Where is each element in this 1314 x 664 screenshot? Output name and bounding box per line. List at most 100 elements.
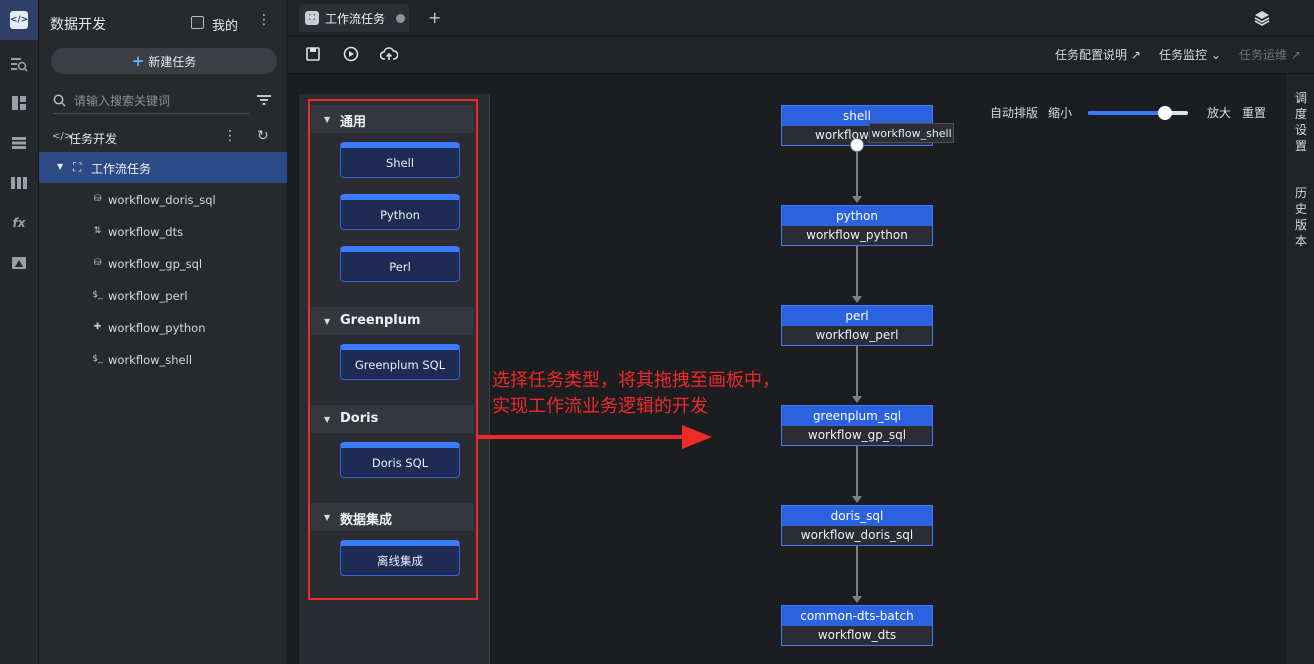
- terminal-icon: $_: [92, 290, 103, 300]
- filter-icon[interactable]: [257, 94, 271, 108]
- annotation-line: 选择任务类型，将其拖拽至画板中，: [492, 370, 780, 391]
- search-list-icon: [11, 58, 28, 72]
- add-tab-icon[interactable]: +: [428, 8, 441, 27]
- activity-bar: </> fx: [0, 0, 39, 664]
- workflow-icon: ⛶: [305, 11, 319, 25]
- more-vertical-icon[interactable]: ⋮: [223, 128, 237, 144]
- tree-root: </> 任务开发 ⋮ ↻: [39, 126, 287, 150]
- unsaved-dot-icon[interactable]: [396, 13, 406, 23]
- library-icon: [11, 177, 27, 189]
- terminal-icon: $_: [92, 354, 103, 364]
- caret-down-icon: ▼: [57, 162, 64, 171]
- node-type: perl: [782, 306, 932, 326]
- sidebar-header: 数据开发 我的 ⋮: [39, 0, 287, 44]
- arrow-down-icon: [852, 596, 862, 603]
- flow-node-python[interactable]: python workflow_python: [781, 205, 933, 246]
- publish-cloud-icon[interactable]: [380, 45, 398, 63]
- activity-search-list[interactable]: [7, 52, 31, 76]
- zoom-in-button[interactable]: 放大: [1207, 104, 1231, 121]
- refresh-icon[interactable]: ↻: [257, 128, 269, 144]
- zoom-slider-handle[interactable]: [1158, 106, 1172, 120]
- file-item[interactable]: $_ workflow_shell: [39, 344, 287, 376]
- search-input[interactable]: 请输入搜索关键词: [53, 88, 249, 114]
- auto-layout-button[interactable]: 自动排版: [990, 104, 1038, 121]
- flow-edge: [856, 146, 858, 196]
- node-output-port[interactable]: [850, 138, 864, 152]
- arrow-down-icon: [852, 196, 862, 203]
- file-item[interactable]: ⛁ workflow_gp_sql: [39, 248, 287, 280]
- more-vertical-icon[interactable]: ⋮: [257, 12, 271, 28]
- database-icon: ⛁: [93, 258, 102, 268]
- node-type: greenplum_sql: [782, 406, 932, 426]
- workflow-icon: ⛶: [73, 160, 82, 174]
- code-icon: </>: [10, 11, 28, 29]
- folder-label: 工作流任务: [91, 162, 152, 176]
- database-icon: ⛁: [93, 194, 102, 204]
- file-item[interactable]: ✚ workflow_python: [39, 312, 287, 344]
- zoom-slider-fill: [1088, 111, 1166, 115]
- save-icon[interactable]: [304, 45, 322, 63]
- history-versions-tab[interactable]: 历史版本: [1295, 185, 1309, 249]
- editor-toolbar: 任务配置说明 ↗ 任务监控 ⌄ 任务运维 ↗: [288, 36, 1314, 74]
- tab-workflow-task[interactable]: ⛶ 工作流任务: [299, 4, 409, 32]
- task-config-help-link[interactable]: 任务配置说明 ↗: [1055, 46, 1141, 63]
- file-label: workflow_perl: [108, 289, 188, 303]
- arrow-down-icon: [852, 296, 862, 303]
- zoom-out-button[interactable]: 缩小: [1048, 104, 1072, 121]
- node-name: workflow_doris_sql: [782, 526, 932, 545]
- search-icon: [53, 94, 66, 107]
- arrow-down-icon: [852, 496, 862, 503]
- file-label: workflow_gp_sql: [108, 257, 203, 271]
- layers-icon[interactable]: [1254, 10, 1270, 30]
- flow-edge: [856, 446, 858, 496]
- flow-node-dts[interactable]: common-dts-batch workflow_dts: [781, 605, 933, 646]
- activity-library[interactable]: [7, 171, 31, 195]
- node-type: common-dts-batch: [782, 606, 932, 626]
- activity-dashboard[interactable]: [7, 91, 31, 115]
- search-placeholder: 请输入搜索关键词: [74, 94, 171, 108]
- dashboard-icon: [12, 96, 26, 110]
- node-tooltip: workflow_shell: [869, 123, 954, 143]
- mine-checkbox[interactable]: [191, 16, 204, 29]
- node-name: workflow_dts: [782, 626, 932, 645]
- task-monitor-dropdown[interactable]: 任务监控 ⌄: [1159, 46, 1221, 63]
- file-item[interactable]: ⇅ workflow_dts: [39, 216, 287, 248]
- flow-node-perl[interactable]: perl workflow_perl: [781, 305, 933, 346]
- reset-button[interactable]: 重置: [1242, 104, 1266, 121]
- editor-tabbar: ⛶ 工作流任务 +: [288, 0, 1314, 36]
- file-label: workflow_python: [108, 321, 206, 335]
- annotation-arrow-icon: [476, 425, 712, 449]
- node-type: doris_sql: [782, 506, 932, 526]
- flow-node-greenplum-sql[interactable]: greenplum_sql workflow_gp_sql: [781, 405, 933, 446]
- table-icon: [12, 137, 26, 149]
- run-icon[interactable]: [342, 45, 360, 63]
- mine-label: 我的: [212, 19, 239, 34]
- sidebar: 数据开发 我的 ⋮ + 新建任务 请输入搜索关键词 </> 任务开发 ⋮ ↻ ▼…: [39, 0, 287, 664]
- app-window: </> fx 数据开发 我的 ⋮ + 新建任务 请输入搜索关键词 </> 任务开…: [0, 0, 1314, 664]
- function-icon[interactable]: fx: [7, 211, 31, 235]
- tree-root-label: 任务开发: [69, 132, 118, 146]
- plus-icon: +: [131, 52, 145, 70]
- sync-icon: ⇅: [93, 226, 102, 236]
- activity-resources[interactable]: [7, 251, 31, 275]
- python-icon: ✚: [93, 322, 102, 332]
- task-ops-link[interactable]: 任务运维 ↗: [1239, 46, 1301, 63]
- flow-node-doris-sql[interactable]: doris_sql workflow_doris_sql: [781, 505, 933, 546]
- activity-data-dev[interactable]: </>: [0, 0, 38, 40]
- new-task-label: 新建任务: [148, 54, 197, 69]
- folder-workflow-tasks[interactable]: ▼ ⛶ 工作流任务: [39, 152, 287, 183]
- new-task-button[interactable]: + 新建任务: [51, 48, 277, 74]
- flow-edge: [856, 246, 858, 296]
- flow-edge: [856, 546, 858, 596]
- node-name: workflow_perl: [782, 326, 932, 345]
- resource-icon: [12, 257, 26, 269]
- node-name: workflow_gp_sql: [782, 426, 932, 445]
- activity-tables[interactable]: [7, 131, 31, 155]
- file-label: workflow_shell: [108, 353, 193, 367]
- flow-edge: [856, 346, 858, 396]
- file-item[interactable]: $_ workflow_perl: [39, 280, 287, 312]
- node-name: workflow_python: [782, 226, 932, 245]
- schedule-settings-tab[interactable]: 调度设置: [1295, 90, 1309, 154]
- file-item[interactable]: ⛁ workflow_doris_sql: [39, 184, 287, 216]
- node-type: python: [782, 206, 932, 226]
